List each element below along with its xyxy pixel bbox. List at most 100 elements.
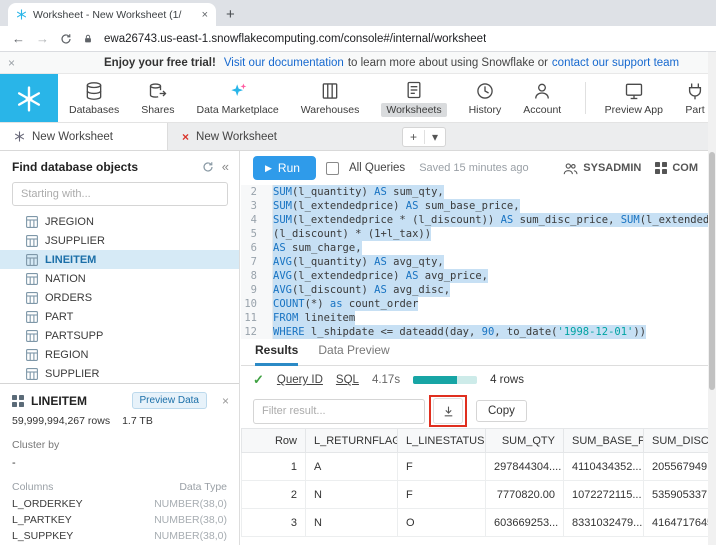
table-icon: [26, 215, 38, 228]
reload-icon[interactable]: [60, 33, 72, 45]
url-text[interactable]: ewa26743.us-east-1.snowflakecomputing.co…: [104, 33, 486, 45]
sql-link[interactable]: SQL: [336, 374, 359, 386]
worksheet-tab-tools: + ▾: [402, 126, 447, 147]
line-number: 2: [250, 186, 257, 198]
code-line[interactable]: 5 (l_discount) * (1+l_tax)): [241, 227, 708, 241]
query-id-link[interactable]: Query ID: [277, 374, 323, 386]
table-cell: 7770820.00: [485, 480, 564, 509]
column-header[interactable]: L_RETURNFLAG: [305, 428, 398, 453]
warehouse-name: COM: [672, 162, 698, 174]
nav-item-shares[interactable]: Shares: [130, 74, 185, 122]
nav-item-worksheets[interactable]: Worksheets: [370, 74, 457, 122]
code-line[interactable]: 10 COUNT(*) as count_order: [241, 297, 708, 311]
nav-item-data-marketplace[interactable]: Data Marketplace: [185, 74, 289, 122]
table-cell: 1: [241, 452, 306, 481]
sidebar-title: Find database objects: [12, 159, 139, 174]
table-cell: N: [305, 508, 398, 537]
refresh-icon[interactable]: [202, 161, 214, 173]
worksheet-tab-label: New Worksheet: [32, 130, 113, 143]
filter-result-input[interactable]: [253, 398, 425, 424]
download-results-button[interactable]: [433, 398, 463, 424]
databases-icon: [86, 81, 102, 100]
column-header[interactable]: Row: [241, 428, 306, 453]
tree-item[interactable]: SUPPLIER: [0, 364, 239, 383]
table-row[interactable]: 3NO603669253...8331032479...4164717645..…: [241, 508, 708, 537]
nav-item-account[interactable]: Account: [512, 74, 572, 122]
code-text: WHERE l_shipdate <= dateadd(day, 90, to_…: [273, 325, 647, 339]
browser-address-bar: ← → ewa26743.us-east-1.snowflakecomputin…: [0, 26, 716, 52]
nav-item-warehouses[interactable]: Warehouses: [290, 74, 371, 122]
tree-item[interactable]: NATION: [0, 269, 239, 288]
column-header[interactable]: L_LINESTATUS: [397, 428, 486, 453]
tree-item-label: PART: [45, 310, 74, 323]
column-header[interactable]: SUM_DISC_PRI: [643, 428, 708, 453]
code-line[interactable]: 11 FROM lineitem: [241, 311, 708, 325]
copy-button[interactable]: Copy: [476, 400, 527, 422]
role-selector[interactable]: SYSADMIN: [563, 162, 641, 175]
all-queries-checkbox[interactable]: [325, 161, 339, 175]
tree-item[interactable]: REGION: [0, 345, 239, 364]
code-line[interactable]: 8 AVG(l_extendedprice) AS avg_price,: [241, 269, 708, 283]
banner-close-icon[interactable]: ×: [8, 56, 15, 70]
close-worksheet-icon[interactable]: ×: [182, 130, 189, 144]
preview-data-button[interactable]: Preview Data: [131, 392, 207, 409]
code-line[interactable]: 12 WHERE l_shipdate <= dateadd(day, 90, t…: [241, 325, 708, 339]
table-row[interactable]: 1AF297844304....4110434352...205567949..…: [241, 452, 708, 481]
code-line[interactable]: 4 SUM(l_extendedprice * (l_discount)) AS …: [241, 213, 708, 227]
code-text: AVG(l_quantity) AS avg_qty,: [273, 255, 444, 269]
table-icon: [26, 348, 38, 361]
tree-item[interactable]: ORDERS: [0, 288, 239, 307]
code-line[interactable]: 6 AS sum_charge,: [241, 241, 708, 255]
forward-icon[interactable]: →: [36, 31, 49, 46]
warehouse-selector[interactable]: COM: [655, 162, 698, 174]
tree-item[interactable]: JSUPPLIER: [0, 231, 239, 250]
run-button[interactable]: ▶ Run: [253, 156, 316, 180]
partner-connect-icon: [688, 83, 702, 99]
download-icon: [444, 406, 452, 416]
column-header[interactable]: SUM_QTY: [485, 428, 564, 453]
table-row[interactable]: 2NF7770820.001072272115...535905337...: [241, 480, 708, 509]
docs-link[interactable]: Visit our documentation: [224, 57, 344, 69]
tree-item[interactable]: JREGION: [0, 212, 239, 231]
page-scrollbar[interactable]: [708, 52, 716, 545]
code-line[interactable]: 3 SUM(l_extendedprice) AS sum_base_price,: [241, 199, 708, 213]
code-line[interactable]: 9 AVG(l_discount) AS avg_disc,: [241, 283, 708, 297]
code-text: AVG(l_extendedprice) AS avg_price,: [273, 269, 488, 283]
tree-item[interactable]: PARTSUPP: [0, 326, 239, 345]
tree-item[interactable]: LINEITEM: [0, 250, 239, 269]
duration-bar: [413, 376, 478, 384]
browser-tab[interactable]: Worksheet - New Worksheet (1/ ×: [8, 3, 216, 26]
code-line[interactable]: 2 SUM(l_quantity) AS sum_qty,: [241, 185, 708, 199]
tree-item-label: JREGION: [45, 215, 94, 228]
nav-item-preview-app[interactable]: Preview App: [594, 74, 674, 122]
column-header[interactable]: SUM_BASE_PRI: [563, 428, 644, 453]
tree-item-label: LINEITEM: [45, 253, 97, 266]
support-link[interactable]: contact our support team: [552, 57, 679, 69]
row-count: 59,999,994,267 rows: [12, 415, 111, 427]
scrollbar-thumb[interactable]: [709, 152, 715, 390]
tab-results[interactable]: Results: [255, 339, 299, 366]
snowflake-logo[interactable]: [0, 74, 58, 122]
back-icon[interactable]: ←: [12, 31, 25, 46]
worksheet-list-chevron-icon[interactable]: ▾: [425, 128, 445, 146]
worksheet-main: ▶ Run All Queries Saved 15 minutes ago S…: [241, 151, 708, 545]
worksheet-tab-active[interactable]: New Worksheet: [0, 123, 168, 150]
tab-data-preview[interactable]: Data Preview: [318, 339, 389, 366]
nav-item-history[interactable]: History: [458, 74, 513, 122]
tab-close-icon[interactable]: ×: [202, 9, 208, 21]
collapse-sidebar-icon[interactable]: «: [222, 159, 229, 174]
new-tab-icon[interactable]: +: [226, 6, 235, 23]
lock-icon[interactable]: [83, 33, 93, 45]
tree-item[interactable]: PART: [0, 307, 239, 326]
tree-item-label: ORDERS: [45, 291, 93, 304]
worksheet-tab-inactive[interactable]: × New Worksheet: [168, 123, 336, 150]
code-text: SUM(l_quantity) AS sum_qty,: [273, 185, 444, 199]
worksheets-icon: [407, 81, 421, 98]
add-worksheet-icon[interactable]: +: [403, 128, 424, 146]
sidebar-header: Find database objects «: [0, 151, 239, 180]
sql-editor[interactable]: 2 SUM(l_quantity) AS sum_qty, 3 SUM(l_exten…: [241, 185, 708, 339]
code-line[interactable]: 7 AVG(l_quantity) AS avg_qty,: [241, 255, 708, 269]
nav-item-databases[interactable]: Databases: [58, 74, 130, 122]
close-panel-icon[interactable]: ×: [222, 394, 229, 408]
object-search-input[interactable]: [12, 182, 228, 206]
